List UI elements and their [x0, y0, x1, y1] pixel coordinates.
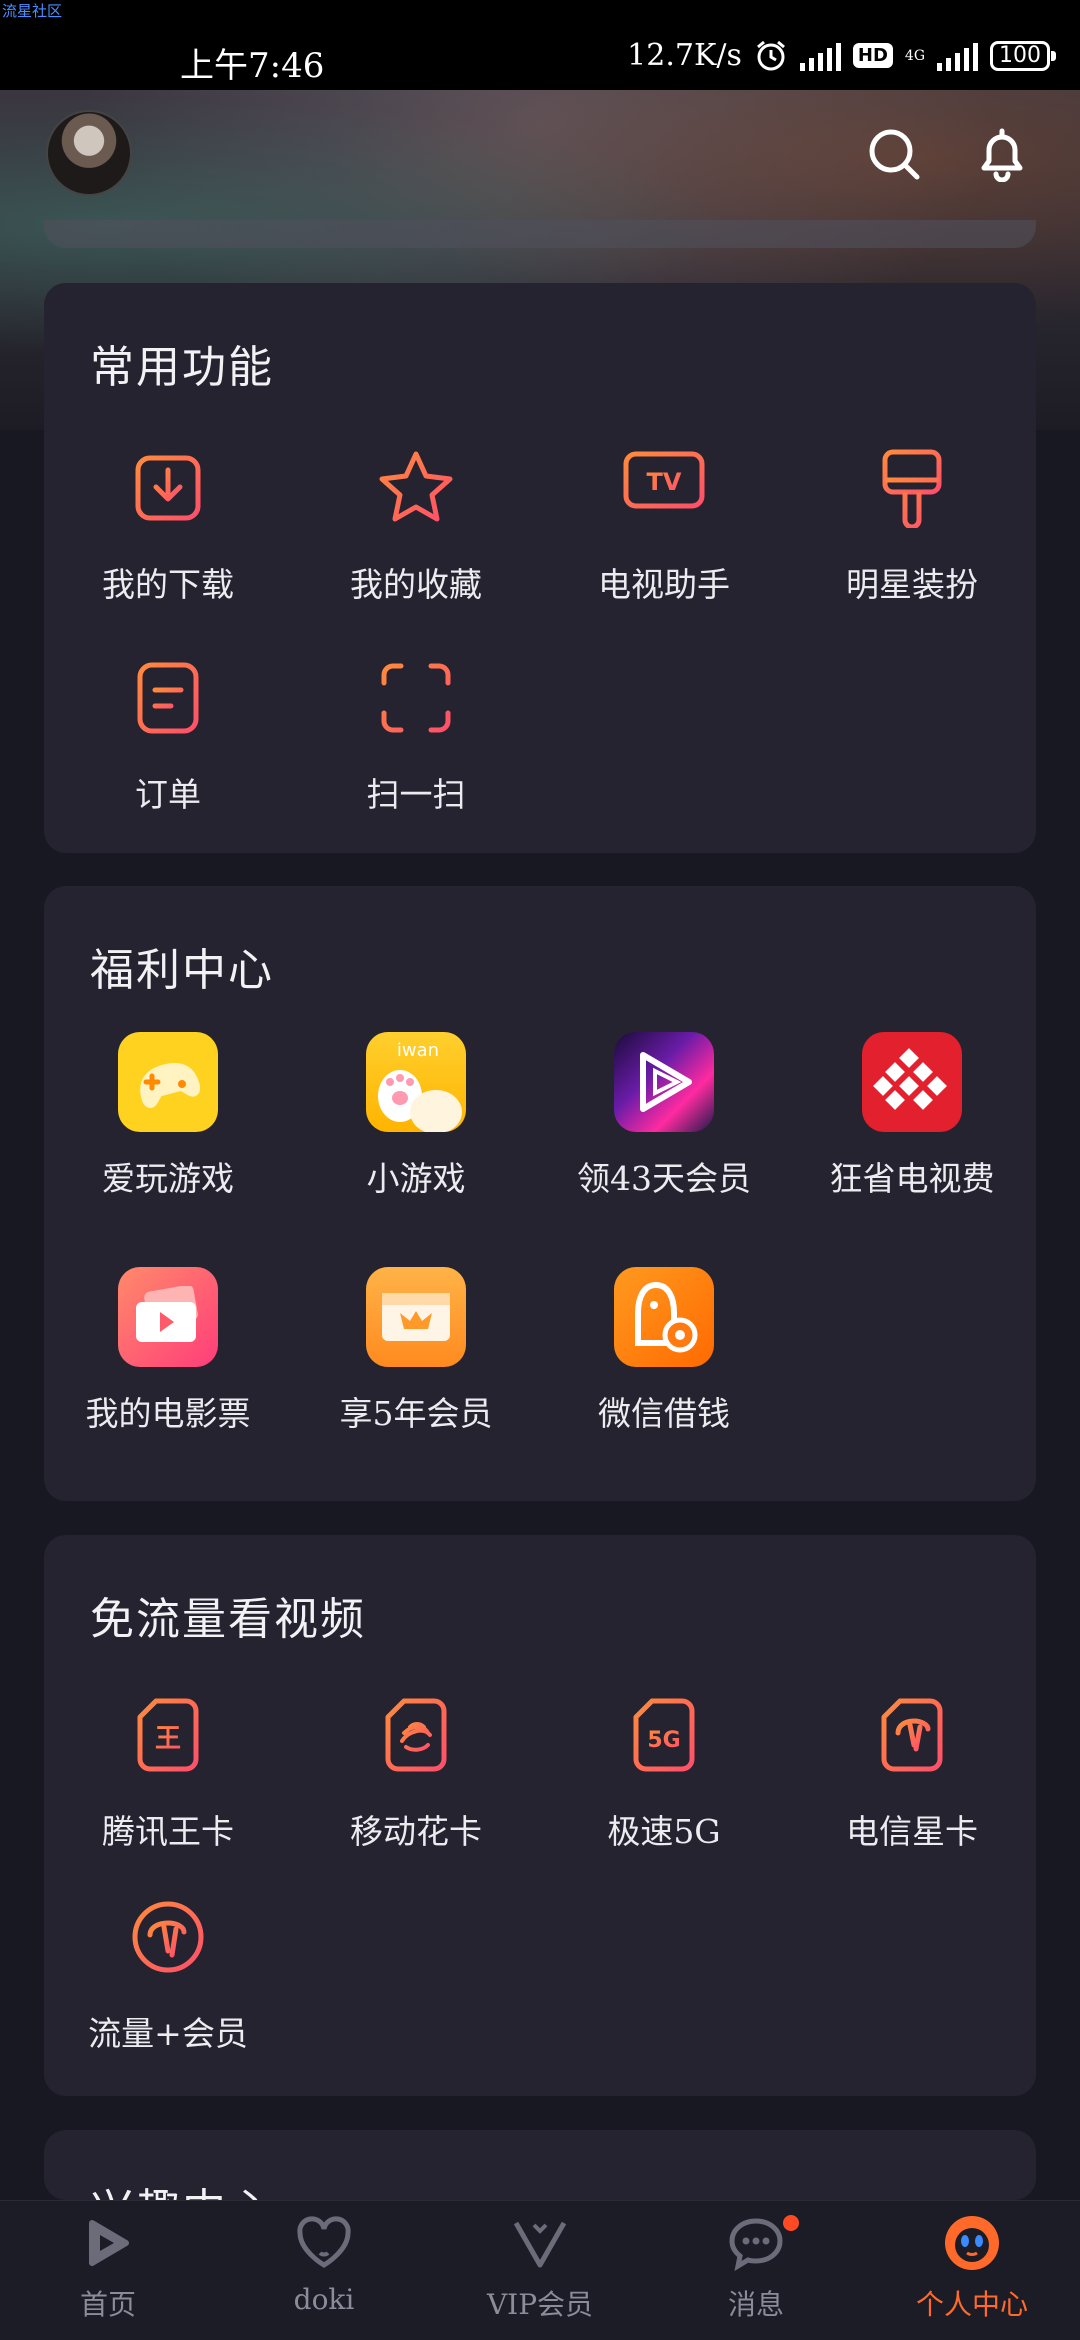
signal-icon-2 [937, 41, 978, 71]
watermark: 流星社区 [2, 2, 63, 20]
net-type: 4G [904, 47, 925, 64]
sim-wang-icon: 王 [137, 1698, 199, 1772]
vip-icon [513, 2221, 567, 2268]
video-play-app-icon [614, 1032, 714, 1132]
interest-center-card: 兴趣中心 [44, 2130, 1036, 2200]
search-icon[interactable] [866, 126, 922, 182]
tencent-wang-card-button[interactable]: 王 腾讯王卡 [44, 1685, 292, 1853]
welfare-center-card: 福利中心 爱玩游戏 iwan 小游戏 领43天会员 狂省电视费 我的电影票 享5… [44, 886, 1036, 1501]
movie-ticket-app-icon [118, 1267, 218, 1367]
sim-5g-icon: 5G [633, 1698, 695, 1772]
status-icons: 12.7K/s HD 4G 100 [627, 38, 1056, 73]
scan-icon [381, 663, 451, 733]
svg-text:王: 王 [155, 1724, 181, 1754]
sim-mobile-icon [385, 1698, 447, 1772]
data-plus-vip-button[interactable]: 流量+会员 [44, 1887, 292, 2055]
star-icon [379, 451, 453, 522]
my-download-button[interactable]: 我的下载 [44, 438, 292, 606]
fast-5g-button[interactable]: 5G 极速5G [540, 1685, 788, 1853]
status-time: 上午7:46 [180, 46, 325, 86]
telecom-star-card-button[interactable]: 电信星卡 [788, 1685, 1036, 1853]
avatar[interactable] [46, 110, 132, 196]
message-icon [729, 2218, 783, 2272]
brush-icon [882, 449, 942, 528]
iwan-app-icon: iwan [366, 1032, 466, 1132]
telecom-circle-icon [132, 1901, 204, 1973]
tab-home[interactable]: 首页 [0, 2201, 216, 2340]
orders-button[interactable]: 订单 [44, 648, 292, 816]
free-data-video-card: 免流量看视频 王 腾讯王卡 移动花卡 5G 极速5G 电信星卡 流量+会员 [44, 1535, 1036, 2096]
common-functions-card: 常用功能 我的下载 我的收藏 TV 电视助手 明星装扮 订单 扫一扫 [44, 283, 1036, 853]
claim-43-days-vip-button[interactable]: 领43天会员 [540, 1032, 788, 1200]
section-title: 福利中心 [90, 945, 274, 996]
doki-heart-icon [297, 2216, 351, 2268]
battery-indicator: 100 [990, 40, 1056, 71]
section-title: 免流量看视频 [90, 1594, 366, 1645]
home-play-icon [89, 2220, 129, 2266]
download-icon [135, 455, 201, 521]
tab-vip[interactable]: VIP会员 [432, 2201, 648, 2340]
svg-text:5G: 5G [647, 1728, 680, 1753]
tab-messages[interactable]: 消息 [648, 2201, 864, 2340]
hd-badge: HD [852, 43, 893, 68]
network-speed: 12.7K/s [627, 38, 742, 73]
gamepad-app-icon [118, 1032, 218, 1132]
star-dressup-button[interactable]: 明星装扮 [788, 438, 1036, 606]
save-tv-fee-button[interactable]: 狂省电视费 [788, 1032, 1036, 1200]
order-icon [137, 662, 199, 734]
bell-icon[interactable] [974, 126, 1030, 182]
mobile-flower-card-button[interactable]: 移动花卡 [292, 1685, 540, 1853]
profile-icon [945, 2216, 999, 2270]
aiwan-games-button[interactable]: 爱玩游戏 [44, 1032, 292, 1200]
tab-doki[interactable]: doki [216, 2201, 432, 2340]
wechat-borrow-button[interactable]: 微信借钱 [540, 1267, 788, 1435]
my-movie-tickets-button[interactable]: 我的电影票 [44, 1267, 292, 1435]
my-favorites-button[interactable]: 我的收藏 [292, 438, 540, 606]
five-year-vip-button[interactable]: 享5年会员 [292, 1267, 540, 1435]
alarm-icon [756, 40, 785, 70]
section-title: 常用功能 [90, 342, 274, 393]
status-bar: 上午7:46 12.7K/s HD 4G 100 [0, 0, 1080, 90]
scan-button[interactable]: 扫一扫 [292, 648, 540, 816]
unread-dot [783, 2215, 799, 2231]
penguin-coin-app-icon [614, 1267, 714, 1367]
tv-assistant-button[interactable]: TV 电视助手 [540, 438, 788, 606]
tab-profile[interactable]: 个人中心 [864, 2201, 1080, 2340]
crown-card-app-icon [366, 1267, 466, 1367]
tv-icon: TV [623, 451, 705, 521]
collapsed-banner [44, 220, 1036, 248]
bottom-tab-bar: 首页 doki VIP会员 消息 个人中心 [0, 2200, 1080, 2340]
mini-games-button[interactable]: iwan 小游戏 [292, 1032, 540, 1200]
svg-text:iwan: iwan [397, 1040, 439, 1061]
sim-telecom-icon [881, 1698, 943, 1772]
svg-text:TV: TV [647, 468, 682, 496]
tv-saver-app-icon [862, 1032, 962, 1132]
signal-icon [799, 41, 841, 71]
section-title: 兴趣中心 [90, 2174, 274, 2200]
